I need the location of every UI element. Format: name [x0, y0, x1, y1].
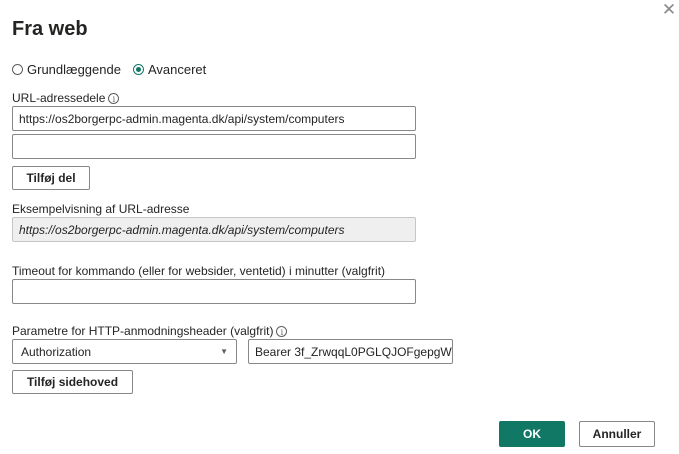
info-icon[interactable]: i: [108, 93, 120, 105]
preview-label: Eksempelvisning af URL-adresse: [12, 202, 190, 216]
header-name-dropdown[interactable]: Authorization ▼: [12, 339, 237, 364]
chevron-down-icon: ▼: [220, 347, 228, 356]
url-preview-value: https://os2borgerpc-admin.magenta.dk/api…: [19, 222, 345, 237]
mode-radio-group: Grundlæggende Avanceret: [12, 60, 218, 78]
radio-advanced[interactable]: Avanceret: [132, 61, 207, 77]
close-icon[interactable]: ✕: [661, 1, 677, 18]
add-header-button[interactable]: Tilføj sidehoved: [12, 370, 133, 394]
url-part-1-input[interactable]: https://os2borgerpc-admin.magenta.dk/api…: [12, 106, 416, 131]
header-name-value: Authorization: [21, 344, 92, 359]
radio-advanced-circle[interactable]: [132, 63, 144, 75]
radio-basic-label: Grundlæggende: [27, 61, 121, 77]
url-part-2-input[interactable]: [12, 134, 416, 159]
timeout-label: Timeout for kommando (eller for websider…: [12, 264, 386, 278]
url-parts-label-text: URL-adressedele: [12, 91, 106, 105]
url-part-1-value: https://os2borgerpc-admin.magenta.dk/api…: [19, 111, 345, 126]
radio-basic[interactable]: Grundlæggende: [12, 62, 121, 77]
info-icon[interactable]: i: [276, 326, 288, 338]
headers-label: Parametre for HTTP-anmodningsheader (val…: [12, 324, 288, 338]
url-parts-label: URL-adressedele i: [12, 91, 120, 105]
header-value-input[interactable]: Bearer 3f_ZrwqqL0PGLQJOFgepgWvx: [248, 339, 453, 364]
radio-basic-circle[interactable]: [12, 63, 23, 75]
url-preview-field: https://os2borgerpc-admin.magenta.dk/api…: [12, 217, 416, 242]
ok-button[interactable]: OK: [499, 421, 565, 447]
add-part-button[interactable]: Tilføj del: [12, 166, 90, 190]
radio-advanced-label: Avanceret: [147, 61, 207, 77]
header-value-text: Bearer 3f_ZrwqqL0PGLQJOFgepgWvx: [255, 344, 453, 359]
dialog-title: Fra web: [12, 18, 88, 40]
headers-label-text: Parametre for HTTP-anmodningsheader (val…: [12, 324, 274, 338]
cancel-button[interactable]: Annuller: [579, 421, 655, 447]
timeout-input[interactable]: [12, 279, 416, 304]
